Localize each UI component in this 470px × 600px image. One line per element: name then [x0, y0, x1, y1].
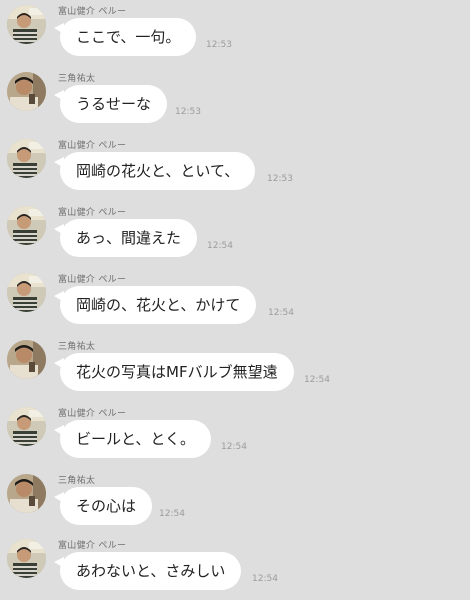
timestamp: 12:54: [221, 442, 247, 452]
misumi-avatar[interactable]: [7, 474, 46, 513]
message-row: 三角祐太 その心は 12:54: [0, 469, 470, 535]
tomiyama-avatar[interactable]: [7, 139, 46, 178]
tomiyama-avatar[interactable]: [7, 407, 46, 446]
timestamp: 12:53: [175, 107, 201, 117]
tomiyama-avatar[interactable]: [7, 206, 46, 245]
sender-name: 三角祐太: [58, 342, 96, 352]
message-row: 三角祐太 花火の写真はMFバルブ無望遠 12:54: [0, 335, 470, 401]
timestamp: 12:54: [252, 574, 278, 584]
timestamp: 12:54: [268, 308, 294, 318]
message-bubble[interactable]: ここで、一句。: [53, 18, 197, 56]
tomiyama-avatar[interactable]: [7, 5, 46, 44]
sender-name: 富山健介 ペルー: [58, 7, 127, 17]
sender-name: 三角祐太: [58, 74, 96, 84]
message-bubble[interactable]: あっ、間違えた: [53, 219, 198, 257]
message-row: 富山健介 ペルー 岡崎の、花火と、かけて 12:54: [0, 268, 470, 334]
message-row: 富山健介 ペルー ここで、一句。 12:53: [0, 0, 470, 66]
message-row: 富山健介 ペルー あっ、間違えた 12:54: [0, 201, 470, 267]
sender-name: 富山健介 ペルー: [58, 541, 127, 551]
misumi-avatar[interactable]: [7, 72, 46, 111]
message-row: 三角祐太 うるせーな 12:53: [0, 67, 470, 133]
message-bubble[interactable]: 花火の写真はMFバルブ無望遠: [54, 353, 294, 391]
chat-log[interactable]: 富山健介 ペルー ここで、一句。 12:53 三角祐太 うるせーな 12:53: [0, 0, 470, 600]
message-row: 富山健介 ペルー ビールと、とく。 12:54: [0, 402, 470, 468]
timestamp: 12:53: [206, 40, 232, 50]
timestamp: 12:54: [207, 241, 233, 251]
tomiyama-avatar[interactable]: [7, 273, 46, 312]
misumi-avatar[interactable]: [7, 340, 46, 379]
sender-name: 富山健介 ペルー: [58, 409, 127, 419]
sender-name: 富山健介 ペルー: [58, 275, 127, 285]
message-row: 富山健介 ペルー 岡崎の花火と、といて、 12:53: [0, 134, 470, 200]
message-row: 富山健介 ペルー あわないと、さみしい 12:54: [0, 534, 470, 600]
timestamp: 12:54: [304, 375, 330, 385]
message-bubble[interactable]: 岡崎の、花火と、かけて: [53, 286, 257, 324]
message-bubble[interactable]: ビールと、とく。: [54, 420, 211, 458]
message-bubble[interactable]: その心は: [53, 487, 153, 525]
timestamp: 12:53: [267, 174, 293, 184]
sender-name: 三角祐太: [58, 476, 96, 486]
sender-name: 富山健介 ペルー: [58, 141, 127, 151]
timestamp: 12:54: [159, 509, 185, 519]
message-bubble[interactable]: うるせーな: [53, 85, 168, 123]
message-bubble[interactable]: 岡崎の花火と、といて、: [53, 152, 256, 190]
message-bubble[interactable]: あわないと、さみしい: [53, 552, 242, 590]
sender-name: 富山健介 ペルー: [58, 208, 127, 218]
tomiyama-avatar[interactable]: [7, 539, 46, 578]
